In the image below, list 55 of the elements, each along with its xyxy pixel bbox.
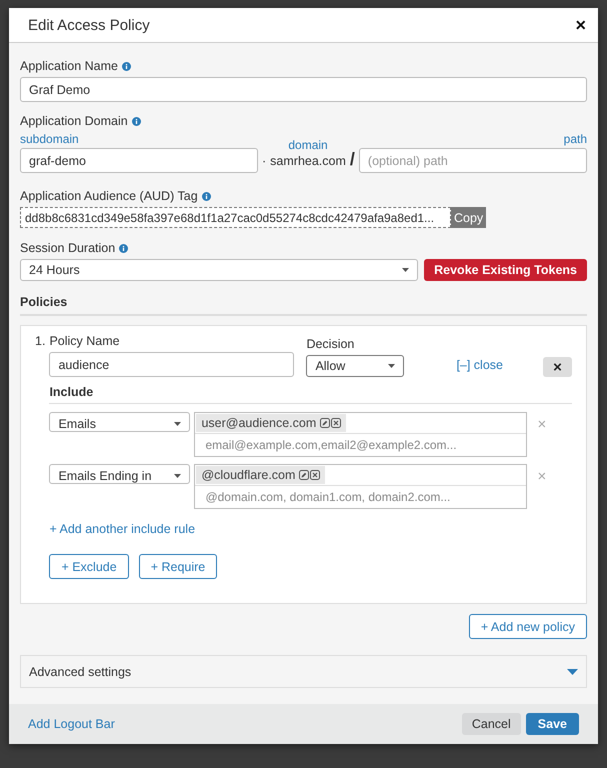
add-rule-link[interactable]: + Add another include rule [49,522,196,536]
field-label: Application Name [20,59,118,73]
add-rule-button[interactable]: + Exclude [49,554,129,579]
rule-type-select[interactable]: Emails Ending in [49,464,190,484]
delete-policy-button[interactable]: × [543,357,572,377]
info-icon [132,116,141,126]
caret-icon [174,422,182,426]
add-policy-button[interactable]: + Add new policy [468,614,587,639]
section-heading: Policies [20,285,587,316]
copy-button[interactable]: Copy [451,207,486,228]
separator-dot: · [262,154,266,170]
rule-type-select[interactable]: Emails [49,412,190,432]
info-icon [202,192,211,200]
field-label: Application Audience (AUD) Tag [20,189,198,203]
tag-input-field[interactable]: @cloudflare.com @domain.com, domain1.com, domain2.com... [194,464,528,509]
caret-icon [567,668,578,674]
advanced-settings-accordion[interactable]: Advanced settings [20,655,587,688]
field-label: Application Domain [20,114,128,128]
close-button[interactable]: × [573,16,588,34]
remove-icon[interactable] [331,418,342,428]
field-hint: domain [288,138,328,152]
field-label: Session Duration [20,241,116,255]
email-tag: @cloudflare.com [196,466,326,484]
field-label: Policy Name [49,334,120,348]
field-hint: subdomain [20,132,79,146]
path-field[interactable]: (optional) path [358,148,587,173]
application-name-field[interactable]: Graf Demo [20,77,587,102]
field-hint: path [564,132,587,146]
domain-text: samrhea.com [270,154,346,170]
caret-icon [388,364,396,368]
edit-icon[interactable] [299,470,310,480]
policy-name-field[interactable]: audience [49,352,294,377]
path-separator: / [350,149,355,171]
section-heading: Include [49,377,572,404]
revoke-tokens-button[interactable]: Revoke Existing Tokens [424,259,587,281]
decision-select[interactable]: Allow [306,355,404,377]
subdomain-field[interactable]: graf-demo [20,148,258,173]
remove-icon[interactable] [310,470,320,480]
add-rule-button[interactable]: + Require [138,554,218,579]
info-icon [122,62,131,70]
edit-icon[interactable] [320,418,330,428]
logout-bar-link[interactable]: Add Logout Bar [28,717,115,731]
session-duration-select[interactable]: 24 Hours [20,259,418,281]
field-label: Decision [306,337,354,351]
email-tag: user@audience.com [196,414,346,432]
info-icon [119,244,128,252]
cancel-button[interactable]: Cancel [462,713,521,735]
audience-tag-field: dd8b8c6831cd349e58fa397e68d1f1a27cac0d55274c8cdc42479afa9a8ed1... [20,207,451,228]
save-button[interactable]: Save [526,713,579,735]
tag-input-field[interactable]: user@audience.com email@example.com,email2@example2.com... [194,412,528,457]
policy-number: 1. [35,334,46,350]
caret-icon [402,268,410,272]
caret-icon [174,474,182,478]
close-link[interactable]: [–] close [456,358,503,377]
dialog-title: Edit Access Policy [28,16,150,34]
